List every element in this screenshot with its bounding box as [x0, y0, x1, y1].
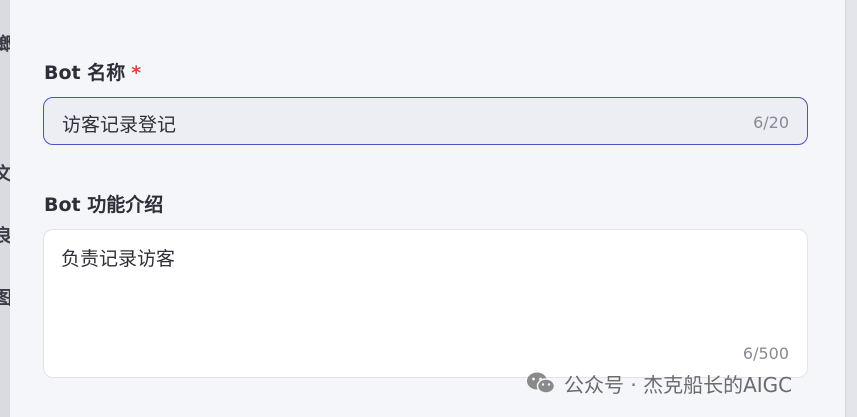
watermark: 公众号 · 杰克船长的AIGC [526, 369, 792, 397]
backdrop-char: 螂 [0, 34, 10, 55]
bot-description-counter: 6/500 [742, 344, 789, 363]
background-window-edge: 螂 文 良 图 [0, 0, 10, 417]
bot-name-value: 访客记录登记 [62, 114, 177, 136]
bot-description-textarea[interactable]: 负责记录访客 6/500 [43, 229, 808, 378]
bot-name-label-text: Bot 名称 [44, 62, 126, 84]
required-asterisk: * [131, 62, 142, 84]
dialog-scrollbar-edge [845, 0, 857, 417]
bot-name-input[interactable]: 访客记录登记 6/20 [43, 97, 808, 145]
watermark-text: 公众号 · 杰克船长的AIGC [564, 372, 793, 397]
backdrop-char: 图 [0, 288, 10, 309]
bot-description-label: Bot 功能介绍 [44, 194, 164, 216]
bot-name-counter: 6/20 [753, 113, 789, 132]
backdrop-char: 文 [0, 164, 10, 185]
backdrop-char: 良 [0, 226, 10, 247]
bot-description-value: 负责记录访客 [61, 248, 176, 270]
create-bot-dialog: Bot 名称 * 访客记录登记 6/20 Bot 功能介绍 负责记录访客 6/50… [10, 0, 846, 417]
bot-name-label: Bot 名称 * [44, 58, 141, 85]
wechat-icon [527, 372, 556, 394]
